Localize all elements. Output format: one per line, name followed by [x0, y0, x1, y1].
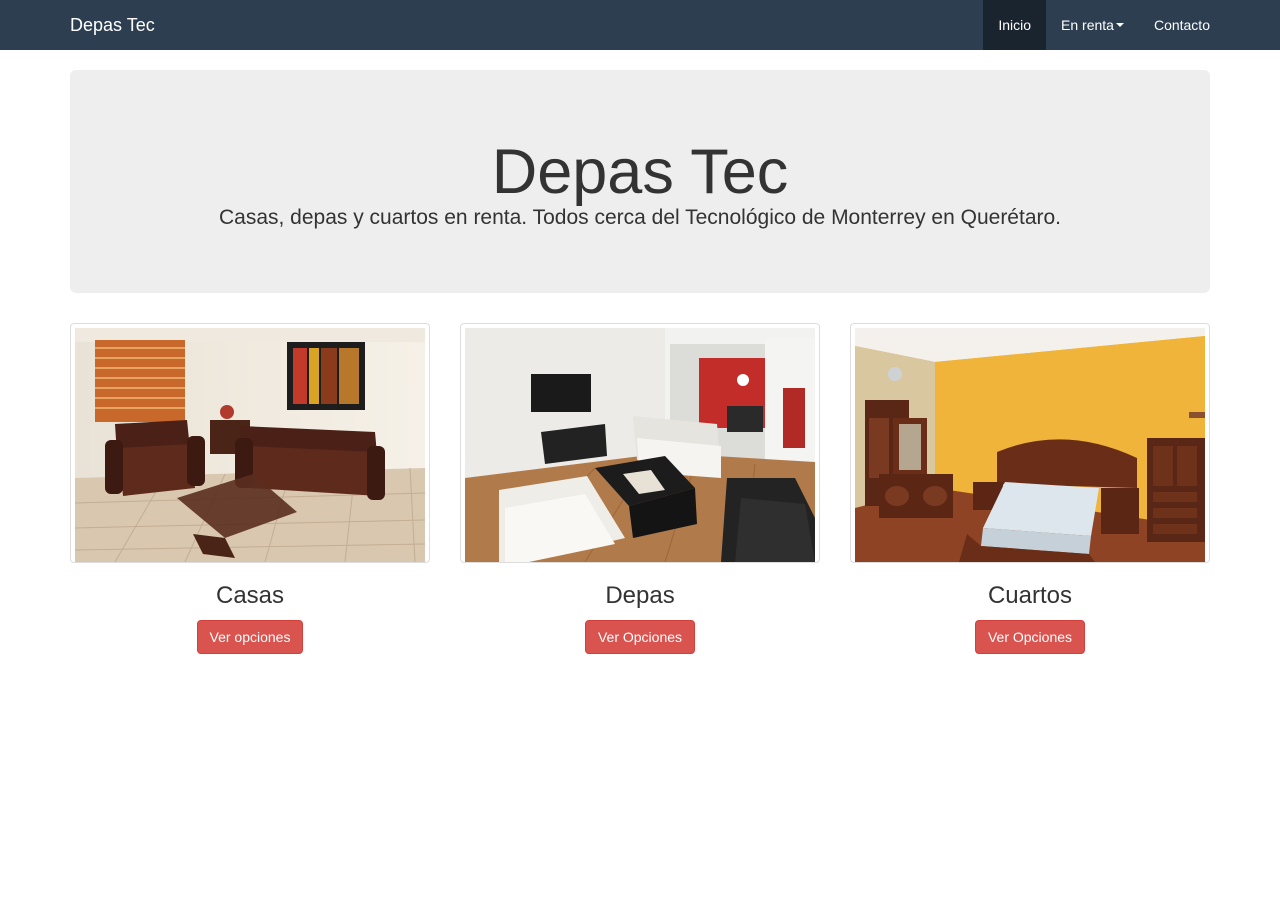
brand-link[interactable]: Depas Tec	[70, 0, 155, 50]
card-cuartos: Cuartos Ver Opciones	[850, 323, 1210, 654]
card-title: Depas	[605, 582, 675, 609]
hero-subtitle: Casas, depas y cuartos en renta. Todos c…	[218, 206, 1062, 229]
hero-jumbotron: Depas Tec Casas, depas y cuartos en rent…	[70, 70, 1210, 293]
card-title: Cuartos	[987, 582, 1073, 609]
thumbnail[interactable]	[850, 323, 1210, 563]
card-casas: Casas Ver opciones	[70, 323, 430, 654]
ver-opciones-button[interactable]: Ver Opciones	[584, 620, 696, 654]
nav-item-inicio[interactable]: Inicio	[983, 0, 1047, 50]
navbar: Depas Tec Inicio En renta Contacto	[0, 0, 1280, 50]
nav-item-contacto[interactable]: Contacto	[1139, 0, 1225, 50]
thumbnail[interactable]	[70, 323, 430, 563]
ver-opciones-button[interactable]: Ver opciones	[196, 620, 304, 654]
thumbnail[interactable]	[460, 323, 820, 563]
nav-item-label: En renta	[1061, 17, 1114, 33]
nav-item-en-renta[interactable]: En renta	[1046, 0, 1139, 50]
ver-opciones-button[interactable]: Ver Opciones	[974, 620, 1086, 654]
nav-item-label: Inicio	[998, 17, 1032, 33]
nav-menu: Inicio En renta Contacto	[983, 0, 1225, 50]
photo-living-room	[75, 328, 425, 562]
card-title: Casas	[215, 582, 285, 609]
photo-bedroom	[855, 328, 1205, 562]
photo-apartment	[465, 328, 815, 562]
caret-down-icon	[1115, 23, 1124, 27]
card-depas: Depas Ver Opciones	[460, 323, 820, 654]
hero-title: Depas Tec	[491, 137, 789, 207]
nav-item-label: Contacto	[1153, 17, 1210, 33]
